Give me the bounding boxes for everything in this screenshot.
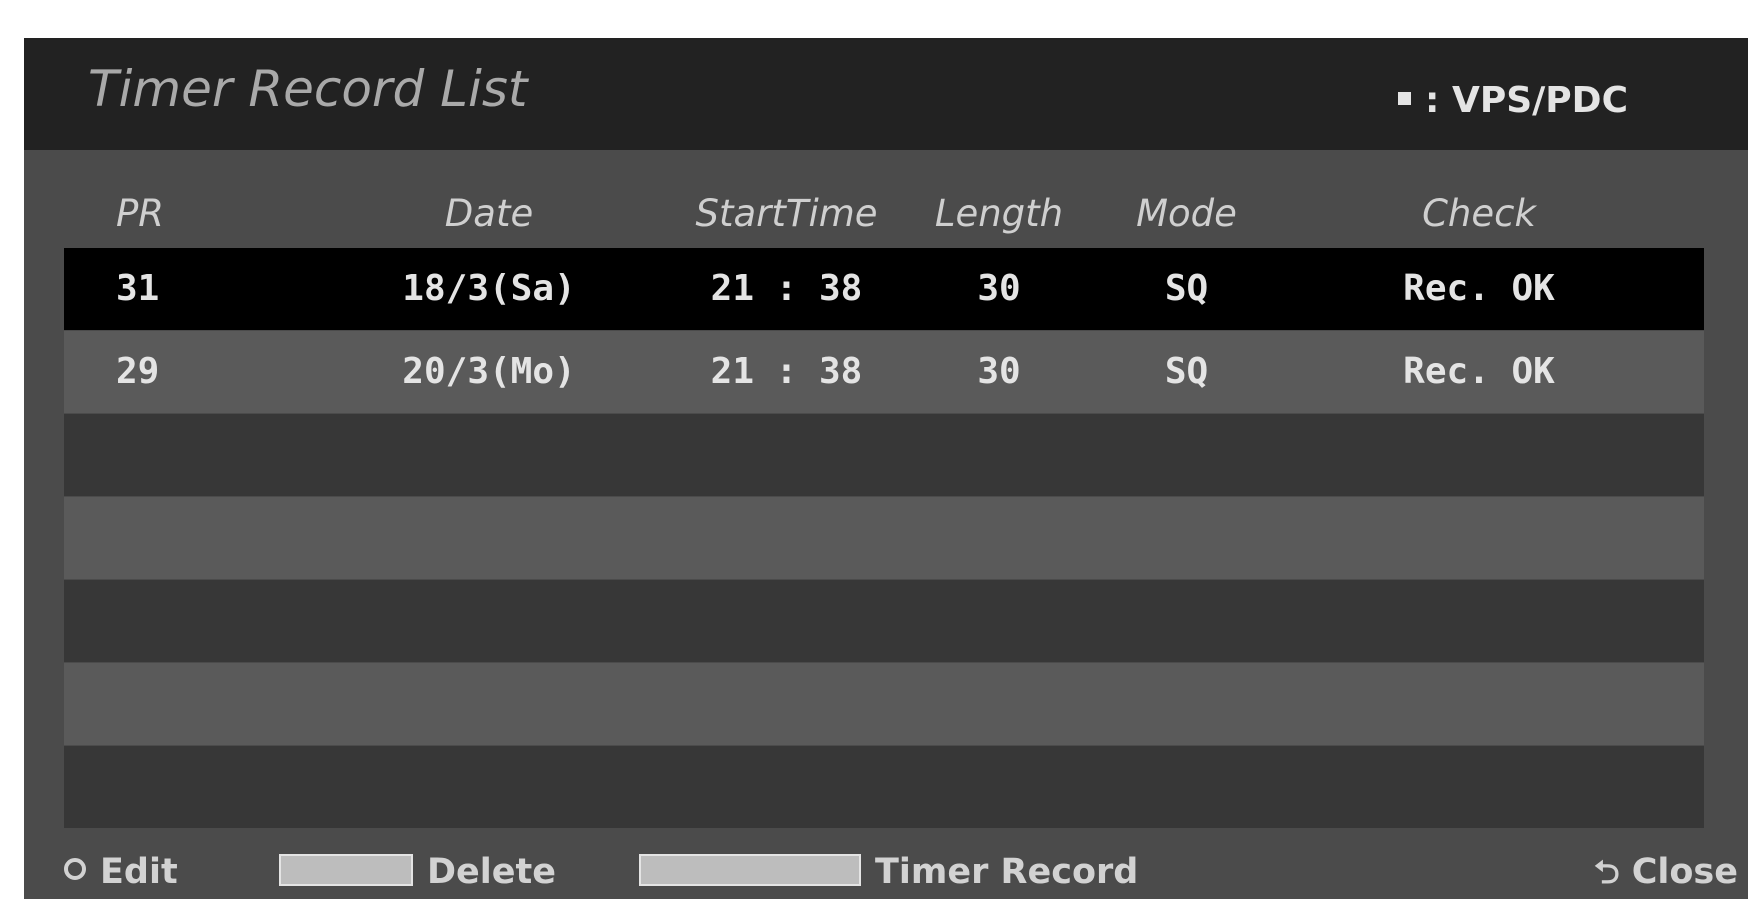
- edit-label: Edit: [100, 852, 178, 892]
- column-header-pr: PR: [116, 192, 165, 235]
- close-button[interactable]: ⮌ Close: [1594, 846, 1738, 899]
- column-header-date: Date: [444, 192, 534, 235]
- clear-key-icon: [279, 854, 413, 886]
- row-check: Rec. OK: [1403, 351, 1555, 392]
- column-header-start-time: StartTime: [695, 192, 878, 235]
- row-pr: 31: [116, 268, 160, 309]
- vps-pdc-marker-icon: [1398, 91, 1412, 105]
- edit-button[interactable]: Edit: [64, 846, 178, 899]
- row-mode: SQ: [1164, 351, 1209, 392]
- delete-label: Delete: [427, 852, 556, 892]
- row-check: Rec. OK: [1403, 268, 1555, 309]
- vps-pdc-legend: : VPS/PDC: [1398, 80, 1628, 121]
- timer-record-label: Timer Record: [875, 852, 1139, 892]
- delete-button[interactable]: Delete: [279, 846, 556, 899]
- footer-help-bar: Edit Delete Timer Record ⮌ Close: [24, 846, 1748, 899]
- timer-record-list-screen: Timer Record List : VPS/PDC PR Date Star…: [24, 38, 1748, 899]
- empty-row[interactable]: [64, 414, 1704, 496]
- table-row-selected[interactable]: 31 18/3(Sa) 21 : 38 30 SQ Rec. OK: [64, 248, 1704, 330]
- row-start-time: 21 : 38: [710, 268, 863, 309]
- page-title: Timer Record List: [88, 60, 528, 118]
- row-date: 20/3(Mo): [402, 351, 576, 392]
- column-header-row: PR Date StartTime Length Mode Check: [64, 180, 1704, 248]
- return-icon: ⮌: [1594, 853, 1620, 891]
- timer-rec-key-icon: [639, 854, 861, 886]
- row-start-time: 21 : 38: [710, 351, 863, 392]
- empty-row[interactable]: [64, 580, 1704, 662]
- empty-row[interactable]: [64, 497, 1704, 579]
- row-date: 18/3(Sa): [402, 268, 576, 309]
- row-length: 30: [977, 351, 1021, 392]
- column-header-check: Check: [1422, 192, 1536, 235]
- table-row[interactable]: 29 20/3(Mo) 21 : 38 30 SQ Rec. OK: [64, 331, 1704, 413]
- empty-row[interactable]: [64, 663, 1704, 745]
- timer-record-button[interactable]: Timer Record: [639, 846, 1138, 899]
- column-header-mode: Mode: [1136, 192, 1237, 235]
- column-header-length: Length: [934, 192, 1064, 235]
- timer-record-list: 31 18/3(Sa) 21 : 38 30 SQ Rec. OK 29 20/…: [64, 248, 1704, 830]
- row-mode: SQ: [1164, 268, 1209, 309]
- enter-icon: [64, 858, 86, 880]
- title-bar: Timer Record List : VPS/PDC: [24, 38, 1748, 150]
- close-label: Close: [1631, 852, 1738, 892]
- row-pr: 29: [116, 351, 160, 392]
- empty-row[interactable]: [64, 746, 1704, 828]
- legend-label: : VPS/PDC: [1425, 80, 1628, 121]
- row-length: 30: [977, 268, 1021, 309]
